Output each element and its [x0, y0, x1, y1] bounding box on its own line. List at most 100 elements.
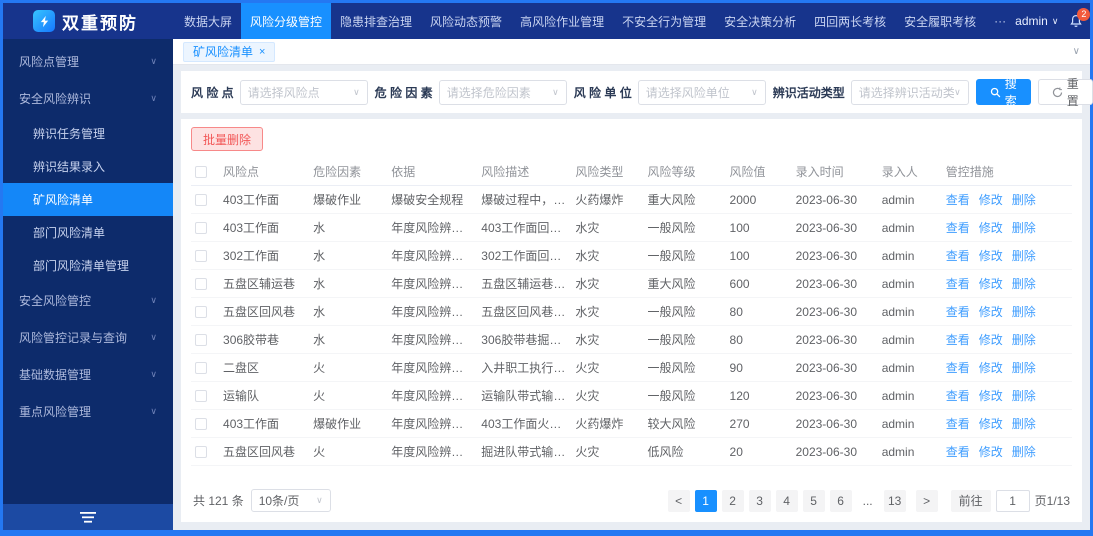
sidebar-item[interactable]: 安全风险辨识 ∨: [3, 80, 173, 117]
edit-link[interactable]: 修改: [979, 249, 1003, 263]
topnav-item[interactable]: 安全决策分析: [715, 3, 805, 39]
row-checkbox[interactable]: [195, 390, 207, 403]
chevron-down-icon: ∨: [150, 406, 157, 416]
view-link[interactable]: 查看: [946, 361, 970, 375]
prev-page-button[interactable]: <: [667, 489, 690, 512]
search-button[interactable]: 搜索: [975, 77, 1031, 108]
delete-link[interactable]: 删除: [1012, 193, 1036, 207]
user-menu[interactable]: admin ∨: [1015, 14, 1058, 28]
sidebar-subitem[interactable]: 辨识任务管理: [3, 117, 173, 150]
table-cell: 水灾: [571, 269, 644, 298]
view-link[interactable]: 查看: [946, 305, 970, 319]
table-row: 403工作面爆破作业年度风险辨识评估...403工作面火工品...火药爆炸较大风…: [191, 409, 1072, 438]
risk-unit-select[interactable]: 请选择风险单位 ∨: [637, 79, 766, 105]
topnav-item[interactable]: 高风险作业管理: [511, 3, 613, 39]
sidebar-item[interactable]: 风险点管理 ∨: [3, 43, 173, 80]
row-checkbox[interactable]: [195, 222, 207, 235]
tab-mine-risk-list[interactable]: 矿风险清单 ×: [183, 41, 276, 62]
sidebar-subitem[interactable]: 辨识结果录入: [3, 150, 173, 183]
topnav-item[interactable]: 数据大屏: [175, 3, 241, 39]
view-link[interactable]: 查看: [946, 193, 970, 207]
topnav-item[interactable]: 四回两长考核: [805, 3, 895, 39]
edit-link[interactable]: 修改: [979, 417, 1003, 431]
table-cell: 403工作面: [219, 185, 310, 214]
notifications-button[interactable]: 2: [1069, 8, 1091, 28]
topnav-item[interactable]: 隐患排查治理: [331, 3, 421, 39]
table-cell: admin: [877, 297, 942, 326]
table-cell: admin: [877, 269, 942, 298]
jump-button[interactable]: 前往: [950, 489, 991, 512]
edit-link[interactable]: 修改: [979, 333, 1003, 347]
view-link[interactable]: 查看: [946, 333, 970, 347]
page-button[interactable]: 4: [775, 489, 798, 512]
sidebar-item[interactable]: 风险管控记录与查询 ∨: [3, 319, 173, 356]
sidebar-group: 安全风险辨识 ∨ 辨识任务管理 辨识结果录入 矿风险清单 部门风险清单 部门风险清单管理: [3, 80, 173, 282]
topnav-item[interactable]: 安全履职考核: [895, 3, 985, 39]
delete-link[interactable]: 删除: [1012, 277, 1036, 291]
sidebar-item[interactable]: 安全风险管控 ∨: [3, 282, 173, 319]
table-row: 五盘区回风巷水年度风险辨识评估...五盘区回风巷掘进...水灾一般风险80202…: [191, 297, 1072, 326]
sidebar-item[interactable]: 重点风险管理 ∨: [3, 393, 173, 430]
edit-link[interactable]: 修改: [979, 389, 1003, 403]
reset-button[interactable]: 重置: [1037, 77, 1093, 108]
table-cell: 100: [725, 241, 792, 270]
topnav-item[interactable]: 风险动态预警: [421, 3, 511, 39]
row-checkbox[interactable]: [195, 334, 207, 347]
view-link[interactable]: 查看: [946, 277, 970, 291]
delete-link[interactable]: 删除: [1012, 445, 1036, 459]
table-cell: 低风险: [643, 437, 726, 466]
topnav-item[interactable]: ···: [985, 3, 1015, 39]
sidebar-item[interactable]: 基础数据管理 ∨: [3, 356, 173, 393]
tabbar-dropdown-button[interactable]: ∨: [1073, 46, 1080, 57]
row-checkbox[interactable]: [195, 446, 207, 459]
delete-link[interactable]: 删除: [1012, 417, 1036, 431]
edit-link[interactable]: 修改: [979, 221, 1003, 235]
delete-link[interactable]: 删除: [1012, 333, 1036, 347]
edit-link[interactable]: 修改: [979, 305, 1003, 319]
view-link[interactable]: 查看: [946, 221, 970, 235]
activity-type-select[interactable]: 请选择辨识活动类型 ∨: [850, 79, 969, 105]
row-checkbox[interactable]: [195, 250, 207, 263]
row-checkbox[interactable]: [195, 194, 207, 207]
hazard-factor-select[interactable]: 请选择危险因素 ∨: [438, 79, 567, 105]
pager: < 123456... 13 > 前往 页1/13: [667, 489, 1070, 512]
delete-link[interactable]: 删除: [1012, 361, 1036, 375]
page-button[interactable]: 6: [829, 489, 852, 512]
sidebar-subitem[interactable]: 部门风险清单: [3, 216, 173, 249]
delete-link[interactable]: 删除: [1012, 221, 1036, 235]
next-page-button[interactable]: >: [915, 489, 938, 512]
edit-link[interactable]: 修改: [979, 445, 1003, 459]
risk-point-select[interactable]: 请选择风险点 ∨: [239, 79, 368, 105]
select-all-checkbox[interactable]: [195, 166, 207, 179]
edit-link[interactable]: 修改: [979, 361, 1003, 375]
row-checkbox[interactable]: [195, 306, 207, 319]
sidebar-collapse-button[interactable]: [3, 504, 173, 530]
row-checkbox[interactable]: [195, 278, 207, 291]
page-button[interactable]: 2: [721, 489, 744, 512]
close-icon[interactable]: ×: [259, 46, 265, 58]
sidebar-subitem[interactable]: 部门风险清单管理: [3, 249, 173, 282]
delete-link[interactable]: 删除: [1012, 389, 1036, 403]
view-link[interactable]: 查看: [946, 445, 970, 459]
view-link[interactable]: 查看: [946, 249, 970, 263]
delete-link[interactable]: 删除: [1012, 305, 1036, 319]
batch-delete-button[interactable]: 批量删除: [191, 127, 264, 151]
topnav-item[interactable]: 不安全行为管理: [613, 3, 715, 39]
table-cell: 2023-06-30: [791, 381, 878, 410]
page-button[interactable]: 3: [748, 489, 771, 512]
page-button[interactable]: 1: [694, 489, 717, 512]
row-checkbox[interactable]: [195, 418, 207, 431]
delete-link[interactable]: 删除: [1012, 249, 1036, 263]
row-checkbox[interactable]: [195, 362, 207, 375]
page-button[interactable]: 5: [802, 489, 825, 512]
edit-link[interactable]: 修改: [979, 277, 1003, 291]
view-link[interactable]: 查看: [946, 417, 970, 431]
column-header: 风险值: [725, 158, 792, 186]
page-size-select[interactable]: 10条/页 ∨: [250, 489, 331, 512]
sidebar-subitem[interactable]: 矿风险清单: [3, 183, 173, 216]
edit-link[interactable]: 修改: [979, 193, 1003, 207]
view-link[interactable]: 查看: [946, 389, 970, 403]
page-jump-input[interactable]: [995, 489, 1030, 512]
topnav-item[interactable]: 风险分级管控: [241, 3, 332, 39]
page-button[interactable]: 13: [883, 489, 906, 512]
